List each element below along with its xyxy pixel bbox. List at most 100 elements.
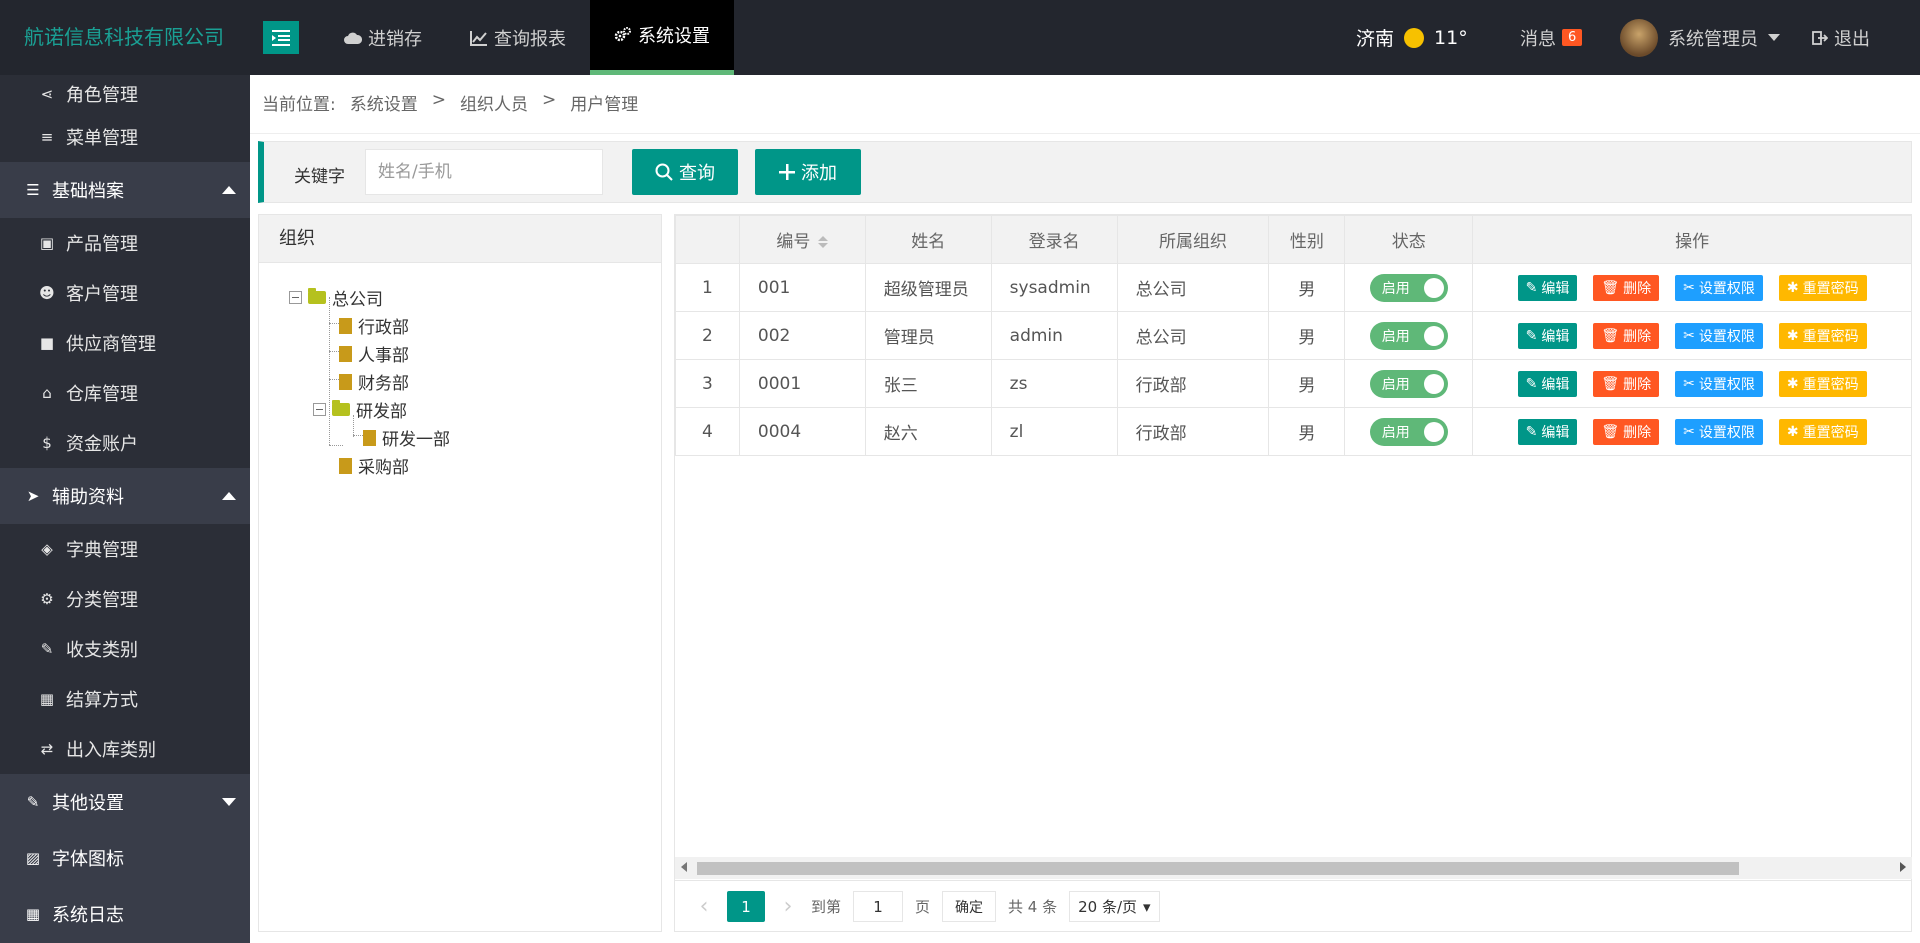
edit-button-label: 编辑 xyxy=(1541,424,1570,441)
breadcrumb-item[interactable]: 组织人员 xyxy=(460,90,528,115)
sidebar-group-basic[interactable]: ☰ 基础档案 xyxy=(0,162,250,218)
search-input[interactable] xyxy=(365,149,603,195)
cell-name: 赵六 xyxy=(864,407,992,456)
set-permission-button-label: 设置权限 xyxy=(1698,280,1755,297)
messages-link[interactable]: 消息 6 xyxy=(1520,0,1583,75)
gear-icon: ✱ xyxy=(1786,375,1799,392)
messages-label: 消息 xyxy=(1520,28,1556,50)
set-permission-button[interactable]: ✂ 设置权限 xyxy=(1675,418,1763,445)
share-icon: ⋖ xyxy=(40,84,54,103)
horizontal-scrollbar[interactable] xyxy=(675,857,1912,879)
file-icon xyxy=(339,457,352,474)
sidebar-item-accounts[interactable]: $ 资金账户 xyxy=(0,418,250,468)
page-number-input[interactable] xyxy=(853,891,904,922)
reset-password-button[interactable]: ✱ 重置密码 xyxy=(1778,418,1867,445)
sidebar-group-other[interactable]: ✎ 其他设置 xyxy=(0,774,250,830)
logout-link[interactable]: 退出 xyxy=(1812,0,1870,75)
sidebar-item-suppliers[interactable]: ■ 供应商管理 xyxy=(0,318,250,368)
reset-password-button[interactable]: ✱ 重置密码 xyxy=(1778,370,1867,397)
reset-password-button[interactable]: ✱ 重置密码 xyxy=(1778,322,1867,349)
total-count: 共 4 条 xyxy=(1008,898,1058,916)
delete-button[interactable]: 🗑 删除 xyxy=(1593,322,1660,349)
delete-button[interactable]: 🗑 删除 xyxy=(1593,274,1660,301)
sidebar-item-categories[interactable]: ⚙ 分类管理 xyxy=(0,574,250,624)
tree-node-root[interactable]: 总公司 xyxy=(289,285,383,310)
tree-node[interactable]: 采购部 xyxy=(339,453,409,478)
nav-item-reports[interactable]: 查询报表 xyxy=(446,0,590,75)
edit-button[interactable]: ✎ 编辑 xyxy=(1517,322,1578,349)
scroll-left-icon[interactable] xyxy=(681,862,687,872)
sidebar-item-system-log[interactable]: ▦ 系统日志 xyxy=(0,886,250,942)
file-icon xyxy=(363,429,376,446)
page-size-value: 20 条/页 xyxy=(1078,898,1138,916)
breadcrumb-prefix: 当前位置: xyxy=(262,95,336,115)
sidebar-item-dictionary[interactable]: ◈ 字典管理 xyxy=(0,524,250,574)
cell-actions: ✎ 编辑 🗑 删除 ✂ 设置权限 ✱ 重置密码 xyxy=(1472,311,1912,360)
sort-icon[interactable] xyxy=(818,236,829,248)
edit-button[interactable]: ✎ 编辑 xyxy=(1517,370,1578,397)
tree-node[interactable]: 人事部 xyxy=(339,341,409,366)
collapse-icon[interactable] xyxy=(289,291,302,304)
status-toggle[interactable]: 启用 xyxy=(1369,273,1448,302)
reset-password-button-label: 重置密码 xyxy=(1802,280,1859,297)
col-header-label: 编号 xyxy=(776,232,811,252)
status-toggle[interactable]: 启用 xyxy=(1369,369,1448,398)
sidebar-item-roles[interactable]: ⋖ 角色管理 xyxy=(0,75,250,112)
breadcrumb-item[interactable]: 系统设置 xyxy=(350,90,418,115)
sidebar-item-stock-types[interactable]: ⇄ 出入库类别 xyxy=(0,724,250,774)
sidebar-group-label: 其他设置 xyxy=(52,793,124,814)
nav-item-inventory[interactable]: 进销存 xyxy=(320,0,446,75)
current-page-button[interactable]: 1 xyxy=(727,891,765,922)
tree-node-label: 行政部 xyxy=(358,318,409,338)
menu-toggle-button[interactable] xyxy=(263,21,299,54)
search-icon xyxy=(655,163,673,181)
cell-login: zs xyxy=(990,359,1118,408)
caret-up-icon xyxy=(222,492,236,500)
set-permission-button[interactable]: ✂ 设置权限 xyxy=(1675,274,1763,301)
collapse-icon[interactable] xyxy=(313,403,326,416)
scroll-right-icon[interactable] xyxy=(1900,862,1906,872)
cell-code: 001 xyxy=(738,263,866,312)
layers-icon: ◈ xyxy=(41,540,53,558)
sidebar-item-font-icons[interactable]: ▨ 字体图标 xyxy=(0,830,250,886)
status-toggle[interactable]: 启用 xyxy=(1369,417,1448,446)
add-button[interactable]: 添加 xyxy=(755,149,861,195)
pencil-icon: ✎ xyxy=(1525,375,1538,392)
set-permission-button[interactable]: ✂ 设置权限 xyxy=(1675,322,1763,349)
table-row: 1 001 超级管理员 sysadmin 总公司男 启用 ✎ 编辑 🗑 删除 ✂ 设置权限 ✱ 重置密码 xyxy=(675,263,1912,312)
tree-node[interactable]: 财务部 xyxy=(339,369,409,394)
set-permission-button[interactable]: ✂ 设置权限 xyxy=(1675,370,1763,397)
image-icon: ▨ xyxy=(25,849,41,867)
page-size-select[interactable]: 20 条/页 ▾ xyxy=(1069,891,1160,922)
col-header-login: 登录名 xyxy=(990,215,1118,264)
user-menu[interactable]: 系统管理员 xyxy=(1620,0,1780,75)
exchange-icon: ⇄ xyxy=(40,740,54,758)
sidebar-group-auxiliary[interactable]: ➤ 辅助资料 xyxy=(0,468,250,524)
sidebar-item-settlement[interactable]: ▦ 结算方式 xyxy=(0,674,250,724)
sidebar-item-warehouses[interactable]: ⌂ 仓库管理 xyxy=(0,368,250,418)
sidebar-item-label: 字典管理 xyxy=(66,540,138,561)
scrollbar-thumb[interactable] xyxy=(697,862,1739,875)
col-header-code[interactable]: 编号 xyxy=(738,215,866,264)
tree-node-rd[interactable]: 研发部 xyxy=(313,397,407,422)
nav-item-settings[interactable]: 系统设置 xyxy=(590,0,734,75)
edit-button[interactable]: ✎ 编辑 xyxy=(1517,418,1578,445)
confirm-page-button[interactable]: 确定 xyxy=(942,891,997,922)
tree-node[interactable]: 行政部 xyxy=(339,313,409,338)
prev-page-icon[interactable]: ‹ xyxy=(693,894,715,919)
sidebar-item-income-types[interactable]: ✎ 收支类别 xyxy=(0,624,250,674)
edit-button[interactable]: ✎ 编辑 xyxy=(1517,274,1578,301)
caret-up-icon xyxy=(222,186,236,194)
next-page-icon[interactable]: › xyxy=(777,894,799,919)
sidebar-item-customers[interactable]: ☻ 客户管理 xyxy=(0,268,250,318)
tree-node-label: 人事部 xyxy=(358,346,409,366)
cell-code: 002 xyxy=(738,311,866,360)
delete-button[interactable]: 🗑 删除 xyxy=(1593,418,1660,445)
reset-password-button[interactable]: ✱ 重置密码 xyxy=(1778,274,1867,301)
sidebar-item-products[interactable]: ▣ 产品管理 xyxy=(0,218,250,268)
tree-node[interactable]: 研发一部 xyxy=(363,425,450,450)
sidebar-item-menus[interactable]: ≡ 菜单管理 xyxy=(0,112,250,162)
delete-button[interactable]: 🗑 删除 xyxy=(1593,370,1660,397)
query-button[interactable]: 查询 xyxy=(632,149,738,195)
status-toggle[interactable]: 启用 xyxy=(1369,321,1448,350)
